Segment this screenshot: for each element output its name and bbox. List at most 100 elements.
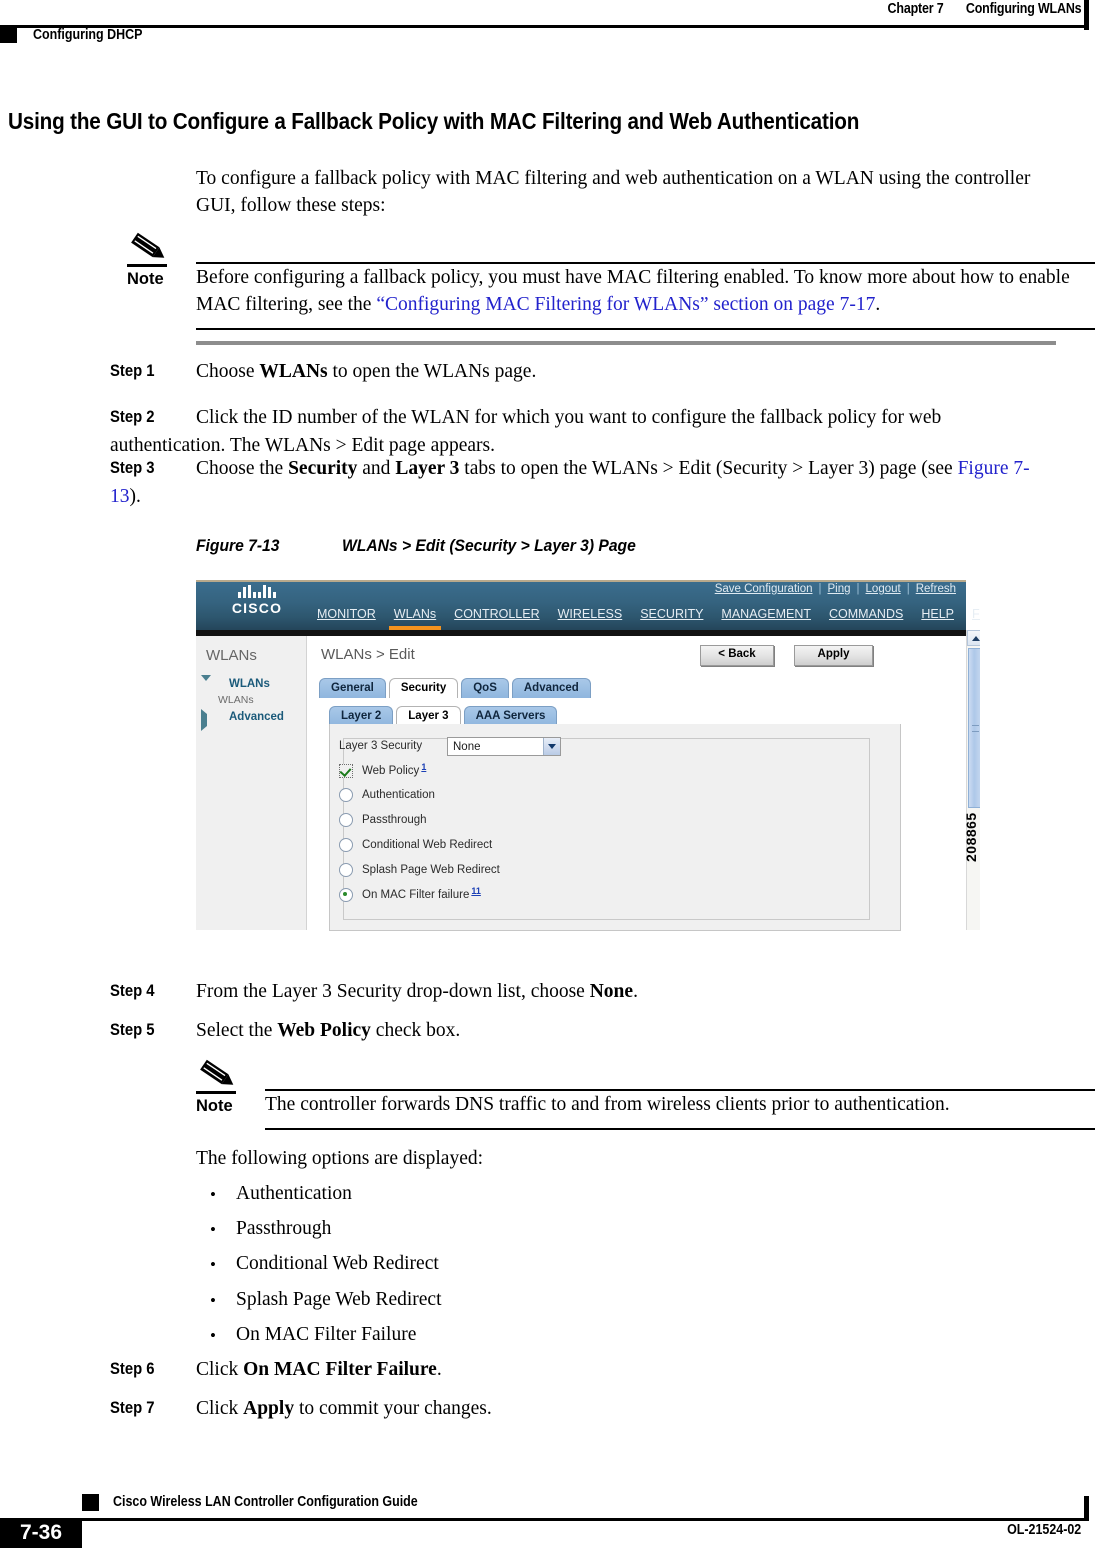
tab-general[interactable]: General	[319, 678, 386, 698]
tab-security[interactable]: Security	[388, 678, 459, 698]
vertical-scrollbar[interactable]	[966, 630, 980, 930]
sidebar-item-advanced[interactable]: Advanced	[196, 709, 306, 731]
tab-layer-3[interactable]: Layer 3	[396, 706, 461, 726]
step-7-seg-1: Apply	[243, 1398, 295, 1419]
tab-advanced[interactable]: Advanced	[511, 678, 591, 698]
tab-layer-2[interactable]: Layer 2	[329, 706, 394, 726]
nav-item-wlans[interactable]: WLANs	[385, 607, 445, 630]
triangle-down-icon[interactable]	[201, 675, 213, 693]
conditional-web-redirect-radio[interactable]	[339, 838, 353, 852]
figure-title: WLANs > Edit (Security > Layer 3) Page	[342, 536, 636, 555]
sidebar-tree: WLANs WLANs Advanced	[196, 675, 306, 731]
nav-item-feedback[interactable]: FEEDBACK	[963, 607, 980, 627]
web-policy-checkbox-row[interactable]: Web Policy 1	[339, 762, 426, 778]
step-3-seg-6: ).	[129, 485, 141, 507]
step-4-seg-0: From the Layer 3 Security drop-down list…	[196, 981, 590, 1002]
radio-row-passthrough[interactable]: Passthrough	[339, 813, 427, 827]
radio-row-conditional-web-redirect[interactable]: Conditional Web Redirect	[339, 838, 492, 852]
step-label-2: Step 2	[110, 408, 155, 426]
step-label-1: Step 1	[110, 362, 155, 380]
nav-item-commands[interactable]: COMMANDS	[820, 607, 912, 627]
tab-qos[interactable]: QoS	[461, 678, 509, 698]
list-item: • Conditional Web Redirect	[196, 1250, 439, 1277]
sidebar-subitem-wlans[interactable]: WLANs	[196, 694, 306, 706]
triangle-right-icon[interactable]	[201, 709, 213, 731]
layer3-security-select[interactable]: None	[447, 737, 561, 756]
running-head-left-title: Configuring DHCP	[33, 26, 143, 43]
authentication-radio[interactable]	[339, 788, 353, 802]
sidebar-item-advanced-label: Advanced	[229, 711, 284, 723]
radio-row-on-mac-filter-failure[interactable]: On MAC Filter failure 11	[339, 886, 481, 902]
step-6-seg-0: Click	[196, 1359, 244, 1380]
passthrough-radio[interactable]	[339, 813, 353, 827]
header-marker-square	[0, 26, 17, 43]
nav-item-management[interactable]: MANAGEMENT	[712, 607, 820, 627]
list-item: • Splash Page Web Redirect	[196, 1286, 441, 1313]
wlc-sidebar: WLANs WLANs WLANs Advanced	[196, 636, 307, 930]
sidebar-item-wlans-label: WLANs	[229, 678, 270, 690]
step-3-seg-4: tabs to open the WLANs > Edit (Security …	[459, 458, 958, 479]
tab-aaa-servers[interactable]: AAA Servers	[463, 706, 558, 726]
cisco-wordmark: CISCO	[231, 600, 283, 616]
ping-link[interactable]: Ping	[828, 583, 851, 595]
bullet-icon: •	[210, 1255, 216, 1274]
step-row-2: Step 2 Click the ID number of the WLAN f…	[110, 404, 1060, 459]
note-bottom-rule-1	[196, 328, 1095, 330]
web-policy-label: Web Policy	[362, 765, 420, 777]
figure-caption: Figure 7-13 WLANs > Edit (Security > Laye…	[196, 536, 636, 556]
refresh-link[interactable]: Refresh	[916, 583, 956, 595]
pencil-icon-2	[200, 1059, 234, 1085]
step-label-5: Step 5	[110, 1021, 155, 1039]
sidebar-title: WLANs	[206, 647, 257, 664]
cisco-logo: CISCO	[218, 585, 296, 616]
figure-image-wlc-screenshot: CISCO Save Configuration | Ping | Logout | Ref…	[196, 580, 980, 938]
chevron-down-icon[interactable]	[543, 738, 560, 755]
intro-paragraph: To configure a fallback policy with MAC …	[196, 168, 1031, 216]
web-policy-footnote[interactable]: 1	[421, 762, 426, 772]
footer-page-number: 7-36	[0, 1518, 82, 1548]
list-item-label: Authentication	[236, 1183, 352, 1204]
bullet-icon: •	[210, 1291, 216, 1310]
back-button[interactable]: < Back	[700, 645, 774, 666]
nav-item-security[interactable]: SECURITY	[631, 607, 712, 627]
step-4-seg-2: .	[633, 981, 638, 1002]
list-item-label: On MAC Filter Failure	[236, 1324, 417, 1345]
splash-page-web-redirect-radio[interactable]	[339, 863, 353, 877]
step-row-7: Step 7 Click Apply to commit your change…	[110, 1395, 1060, 1423]
logout-link[interactable]: Logout	[866, 583, 901, 595]
wlc-main-nav: MONITOR WLANs CONTROLLER WIRELESS SECURI…	[308, 607, 980, 630]
step-text-7: Click Apply to commit your changes.	[196, 1398, 492, 1419]
step-text-3: Choose the Security and Layer 3 tabs to …	[110, 458, 1030, 507]
scroll-up-arrow-icon[interactable]	[967, 630, 980, 646]
radio-row-splash-page-web-redirect[interactable]: Splash Page Web Redirect	[339, 863, 500, 877]
nav-item-monitor[interactable]: MONITOR	[308, 607, 385, 627]
sidebar-item-wlans[interactable]: WLANs	[196, 675, 306, 693]
list-item-label: Conditional Web Redirect	[236, 1253, 439, 1274]
on-mac-filter-failure-radio[interactable]	[339, 888, 353, 902]
step-text-1: Choose WLANs to open the WLANs page.	[196, 361, 536, 382]
on-mac-filter-failure-footnote[interactable]: 11	[471, 886, 481, 896]
cisco-logo-bars-icon	[218, 585, 296, 598]
footer-marker-square	[82, 1494, 99, 1511]
nav-item-help[interactable]: HELP	[912, 607, 963, 627]
scrollbar-thumb[interactable]	[968, 648, 980, 808]
layer3-security-value: None	[453, 740, 481, 753]
step-text-6: Click On MAC Filter Failure.	[196, 1359, 442, 1380]
nav-item-controller[interactable]: CONTROLLER	[445, 607, 548, 627]
web-policy-checkbox[interactable]	[339, 764, 353, 778]
note-label-1: Note	[127, 270, 164, 288]
note-link-1[interactable]: “Configuring MAC Filtering for WLANs” se…	[376, 294, 875, 315]
nav-item-wireless[interactable]: WIRELESS	[549, 607, 632, 627]
step-3-seg-0: Choose the	[196, 458, 289, 479]
pencil-icon	[131, 232, 165, 258]
wlc-header-bar: CISCO Save Configuration | Ping | Logout | Ref…	[196, 580, 980, 630]
step-label-6: Step 6	[110, 1360, 155, 1378]
step-label-7: Step 7	[110, 1399, 155, 1417]
radio-row-authentication[interactable]: Authentication	[339, 788, 435, 802]
apply-button[interactable]: Apply	[794, 645, 873, 666]
step-1-seg-2: to open the WLANs page.	[327, 361, 537, 382]
figure-number: Figure 7-13	[196, 536, 280, 555]
note-pencil-rule	[127, 264, 167, 267]
save-configuration-link[interactable]: Save Configuration	[715, 583, 813, 595]
footer-rule	[82, 1518, 1085, 1521]
